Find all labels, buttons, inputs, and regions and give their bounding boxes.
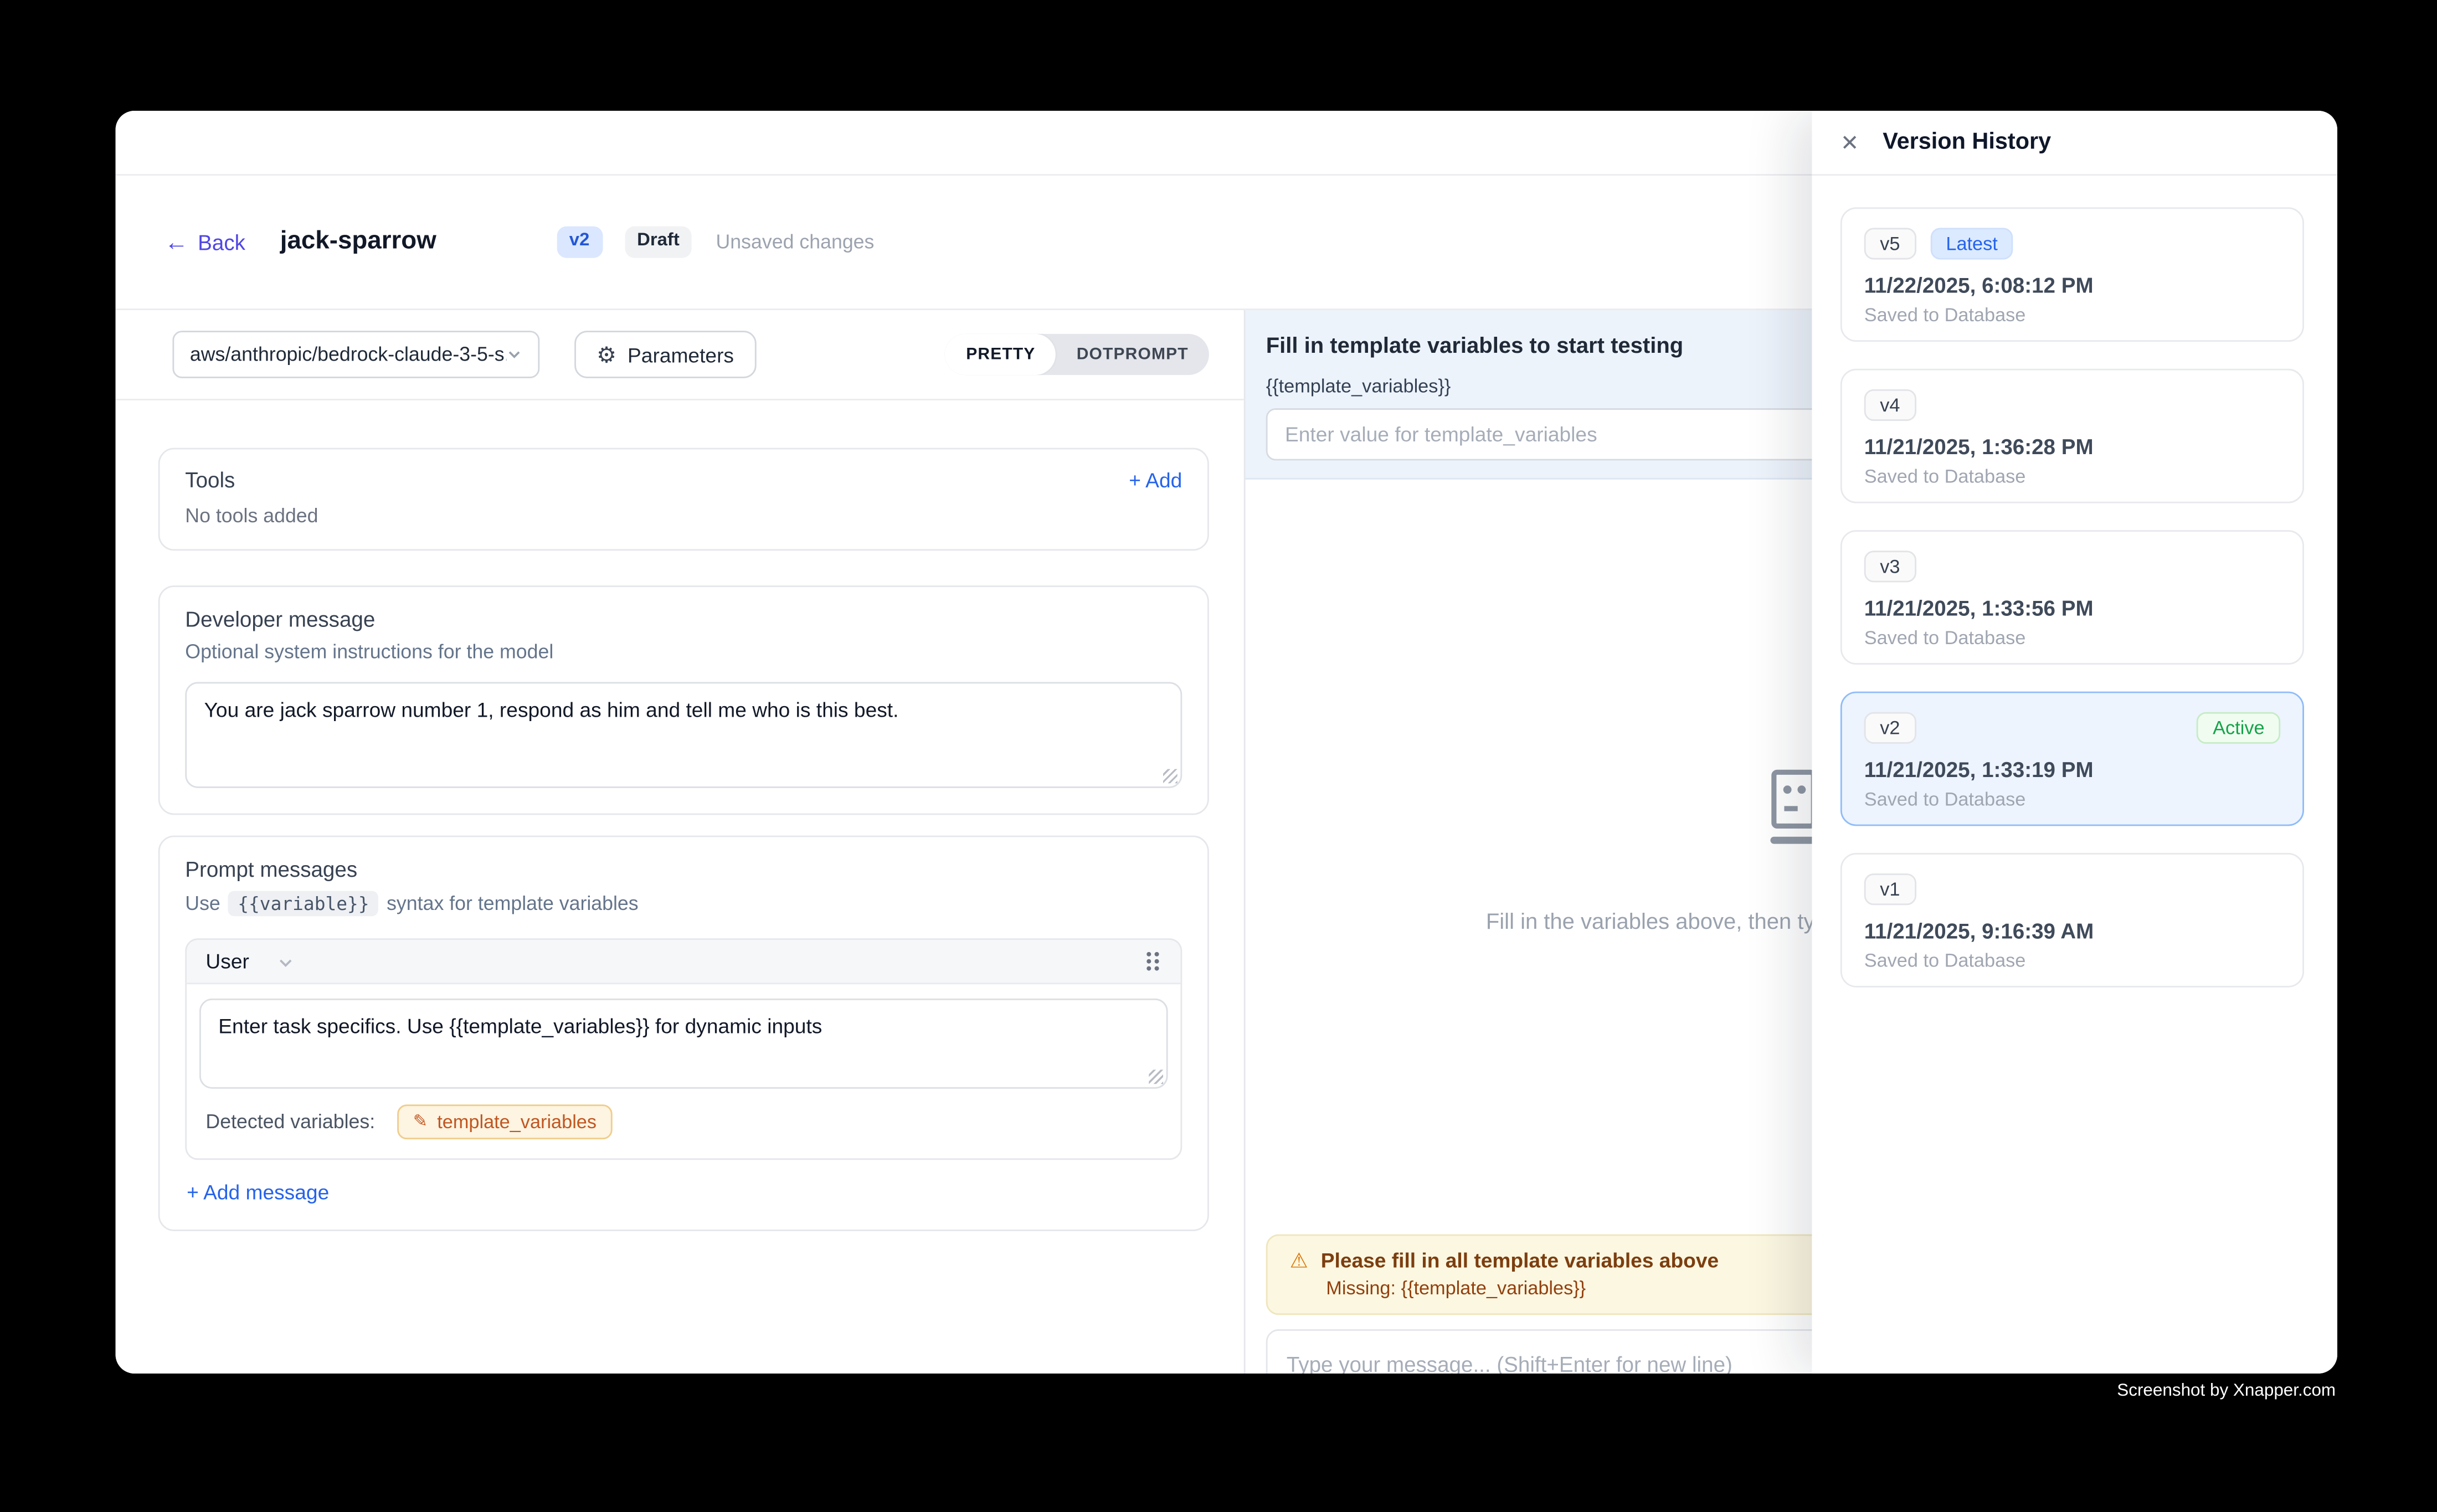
prompt-editor-pane: aws/anthropic/bedrock-claude-3-5-s... ⚙ … [116, 310, 1244, 1374]
version-label: v2 [1864, 712, 1916, 744]
version-status: Saved to Database [1864, 626, 2280, 649]
warning-title: Please fill in all template variables ab… [1321, 1248, 1719, 1272]
version-history-panel: ✕ Version History v5 Latest 11/22/2025, … [1812, 111, 2337, 1374]
template-variable-chip[interactable]: ✎ template_variables [397, 1104, 612, 1139]
developer-message-textarea[interactable]: You are jack sparrow number 1, respond a… [185, 682, 1182, 788]
template-variable-name: template_variables [437, 1111, 597, 1133]
version-card-v3[interactable]: v3 11/21/2025, 1:33:56 PM Saved to Datab… [1840, 530, 2304, 665]
detected-variables-label: Detected variables: [205, 1111, 375, 1133]
version-card-v4[interactable]: v4 11/21/2025, 1:36:28 PM Saved to Datab… [1840, 369, 2304, 503]
tools-card: Tools + Add No tools added [158, 448, 1209, 551]
pencil-icon: ✎ [413, 1113, 428, 1130]
chevron-down-icon [506, 347, 522, 363]
version-card-v2-active[interactable]: v2 Active 11/21/2025, 1:33:19 PM Saved t… [1840, 692, 2304, 826]
editor-cards: Tools + Add No tools added Developer mes… [116, 400, 1244, 1231]
chevron-down-icon[interactable] [277, 953, 294, 969]
version-status: Saved to Database [1864, 465, 2280, 487]
variable-syntax-chip: {{variable}} [228, 891, 379, 917]
latest-badge: Latest [1930, 228, 2014, 259]
version-list: v5 Latest 11/22/2025, 6:08:12 PM Saved t… [1812, 176, 2337, 988]
user-message-textarea[interactable]: Enter task specifics. Use {{template_var… [199, 999, 1168, 1089]
gear-icon: ⚙ [597, 343, 616, 366]
parameters-button[interactable]: ⚙ Parameters [574, 331, 756, 378]
detected-variables-row: Detected variables: ✎ template_variables [187, 1089, 1180, 1159]
developer-message-subtitle: Optional system instructions for the mod… [185, 641, 1182, 663]
version-history-title: Version History [1883, 130, 2051, 155]
message-header: User [187, 940, 1180, 984]
version-date: 11/21/2025, 9:16:39 AM [1864, 919, 2280, 943]
version-label: v4 [1864, 389, 1916, 421]
model-select[interactable]: aws/anthropic/bedrock-claude-3-5-s... [172, 331, 539, 378]
role-select[interactable]: User [205, 949, 249, 973]
message-body: Enter task specifics. Use {{template_var… [187, 984, 1180, 1089]
tools-empty-text: No tools added [185, 505, 1182, 527]
warning-icon: ⚠ [1290, 1250, 1308, 1271]
prompt-messages-card: Prompt messages Use {{variable}} syntax … [158, 836, 1209, 1231]
page-title: jack-sparrow [280, 228, 436, 256]
version-date: 11/21/2025, 1:33:56 PM [1864, 596, 2280, 620]
app-window: ← Back jack-sparrow v2 Draft Unsaved cha… [116, 111, 2337, 1374]
hint-suffix: syntax for template variables [387, 892, 639, 914]
model-select-value: aws/anthropic/bedrock-claude-3-5-s... [190, 343, 506, 366]
parameters-label: Parameters [628, 343, 734, 367]
close-icon[interactable]: ✕ [1840, 131, 1859, 153]
version-status: Saved to Database [1864, 788, 2280, 810]
prompt-messages-title: Prompt messages [185, 858, 1182, 882]
screenshot-stage: ← Back jack-sparrow v2 Draft Unsaved cha… [0, 0, 2437, 1512]
draft-badge: Draft [624, 227, 692, 258]
tools-title: Tools [185, 469, 235, 492]
view-mode-toggle: PRETTY DOTPROMPT [945, 334, 1209, 375]
message-block: User [185, 938, 1182, 1160]
version-status: Saved to Database [1864, 304, 2280, 326]
add-tool-button[interactable]: + Add [1129, 469, 1182, 492]
developer-message-title: Developer message [185, 608, 1182, 631]
empty-state-text: Fill in the variables above, then typ [1486, 908, 1827, 934]
toggle-dotprompt[interactable]: DOTPROMPT [1056, 334, 1209, 375]
drag-handle-icon[interactable] [1144, 949, 1161, 973]
toggle-pretty[interactable]: PRETTY [945, 334, 1056, 375]
hint-prefix: Use [185, 892, 220, 914]
active-badge: Active [2197, 712, 2281, 744]
watermark-text: Screenshot by Xnapper.com [2117, 1381, 2336, 1400]
version-badge: v2 [557, 227, 602, 258]
unsaved-changes-text: Unsaved changes [716, 231, 874, 253]
version-date: 11/21/2025, 1:33:19 PM [1864, 758, 2280, 782]
version-date: 11/22/2025, 6:08:12 PM [1864, 274, 2280, 297]
add-message-button[interactable]: + Add message [187, 1180, 329, 1204]
version-card-v1[interactable]: v1 11/21/2025, 9:16:39 AM Saved to Datab… [1840, 853, 2304, 988]
back-arrow-icon: ← [164, 230, 188, 254]
developer-message-card: Developer message Optional system instru… [158, 585, 1209, 815]
version-status: Saved to Database [1864, 949, 2280, 971]
version-label: v3 [1864, 551, 1916, 582]
model-toolbar: aws/anthropic/bedrock-claude-3-5-s... ⚙ … [116, 310, 1244, 400]
version-date: 11/21/2025, 1:36:28 PM [1864, 435, 2280, 459]
back-button[interactable]: ← Back [164, 230, 245, 254]
prompt-messages-hint: Use {{variable}} syntax for template var… [185, 891, 1182, 917]
version-label: v1 [1864, 873, 1916, 905]
version-history-header: ✕ Version History [1812, 111, 2337, 176]
version-label: v5 [1864, 228, 1916, 259]
version-card-v5[interactable]: v5 Latest 11/22/2025, 6:08:12 PM Saved t… [1840, 207, 2304, 342]
back-label: Back [198, 230, 245, 254]
